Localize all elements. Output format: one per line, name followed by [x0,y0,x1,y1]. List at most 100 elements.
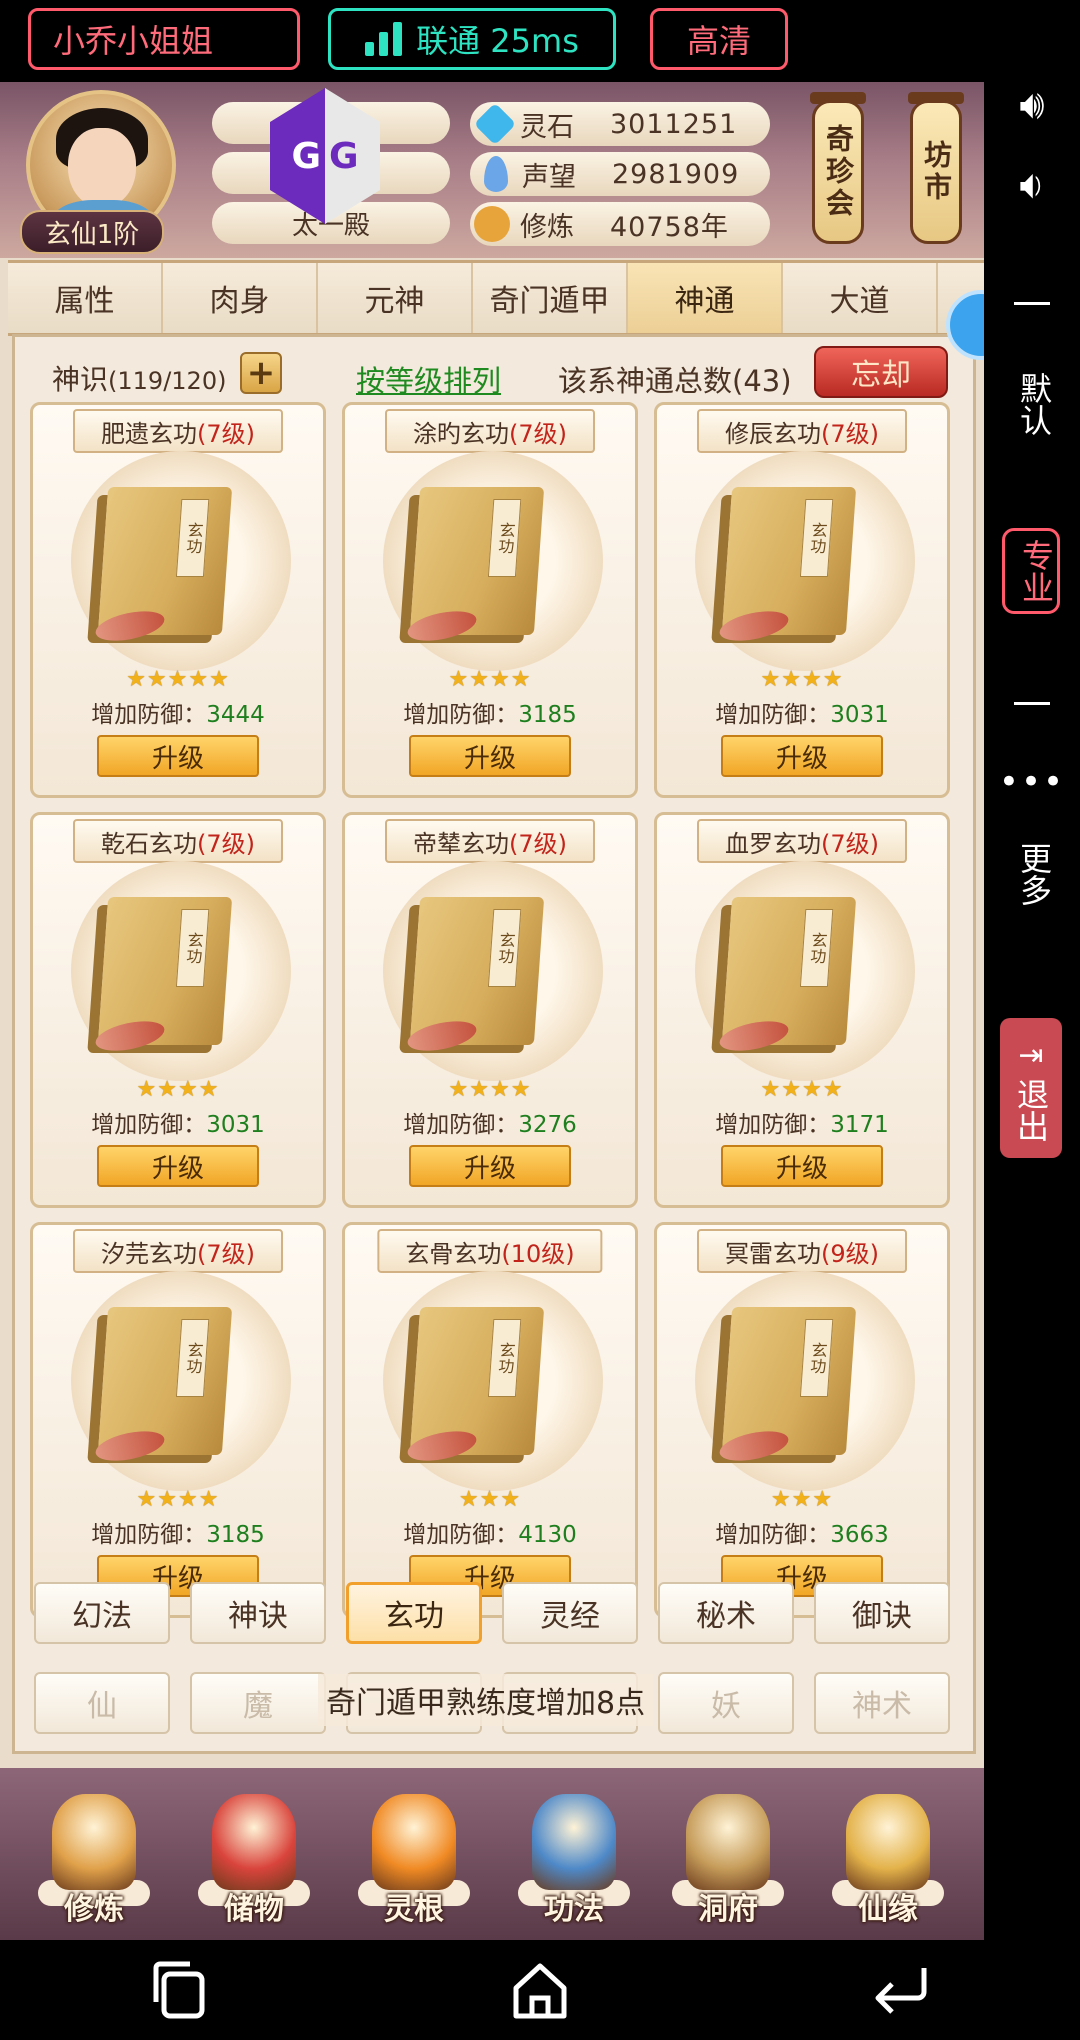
resource-prestige: 声望 2981909 [470,152,770,196]
storage-bag-icon [212,1794,296,1890]
skill-card[interactable]: 肥遗玄功 (7级) 玄功 ★★★★★ 增加防御：3444 升级 [30,402,326,798]
player-header: 玄仙1阶 帝 帝 太一殿 GG 灵石 3011251 声望 2981909 修炼… [0,82,984,258]
volume-up-icon[interactable]: 🔊︎ [984,82,1080,128]
network-status[interactable]: 联通 25ms [328,8,616,70]
category-button[interactable]: 魔 [190,1672,326,1734]
dock-item[interactable]: 功法 [514,1784,634,1934]
skill-card[interactable]: 乾石玄功 (7级) 玄功 ★★★★ 增加防御：3031 升级 [30,812,326,1208]
star-rating: ★★★★ [448,667,532,692]
upgrade-button[interactable]: 升级 [409,1145,571,1187]
star-rating: ★★★ [770,1487,834,1512]
star-rating: ★★★★ [136,1487,220,1512]
pro-mode-button[interactable]: 专业 [1002,528,1060,614]
dock-item[interactable]: 储物 [194,1784,314,1934]
cave-house-icon [686,1794,770,1890]
recent-apps-icon [153,1961,205,2019]
skill-card[interactable]: 血罗玄功 (7级) 玄功 ★★★★ 增加防御：3171 升级 [654,812,950,1208]
upgrade-button[interactable]: 升级 [97,1145,259,1187]
spirit-root-icon [372,1794,456,1890]
skill-book-icon: 玄功 [97,487,233,635]
category-button[interactable]: 神诀 [190,1582,326,1644]
skill-title: 冥雷玄功 (9级) [697,1229,907,1273]
category-button[interactable]: 御诀 [814,1582,950,1644]
tab-body[interactable]: 肉身 [163,263,318,333]
dock-item[interactable]: 仙缘 [828,1784,948,1934]
rank-tag: 玄仙1阶 [20,210,164,254]
home-button[interactable] [495,1945,585,2035]
skill-card[interactable]: 玄骨玄功 (10级) 玄功 ★★★ 增加防御：4130 升级 [342,1222,638,1618]
star-rating: ★★★★ [760,667,844,692]
skill-card[interactable]: 帝辇玄功 (7级) 玄功 ★★★★ 增加防御：3276 升级 [342,812,638,1208]
bottom-dock: 修炼 储物 灵根 功法 洞府 仙缘 [0,1768,984,1940]
toast-message: 奇门遁甲熟练度增加8点 [318,1674,654,1726]
exit-icon: ⇥ [1018,1038,1044,1073]
skill-title: 修辰玄功 (7级) [697,409,907,453]
upgrade-button[interactable]: 升级 [409,735,571,777]
android-nav-bar [0,1940,1080,2040]
treasure-fair-lantern[interactable]: 奇珍会 [812,100,864,244]
skill-grid: 肥遗玄功 (7级) 玄功 ★★★★★ 增加防御：3444 升级 涂旳玄功 (7级) 玄功 ★★★★… [30,402,966,1642]
tab-qimen[interactable]: 奇门遁甲 [473,263,628,333]
skill-title: 汐芫玄功 (7级) [73,1229,283,1273]
defense-stat: 增加防御：3444 [91,702,265,728]
upgrade-button[interactable]: 升级 [97,735,259,777]
upgrade-button[interactable]: 升级 [721,735,883,777]
skill-card[interactable]: 修辰玄功 (7级) 玄功 ★★★★ 增加防御：3031 升级 [654,402,950,798]
category-button[interactable]: 玄功 [346,1582,482,1644]
skill-card[interactable]: 汐芫玄功 (7级) 玄功 ★★★★ 增加防御：3185 升级 [30,1222,326,1618]
market-lantern[interactable]: 坊市 [910,100,962,244]
skill-book-icon: 玄功 [721,1307,857,1455]
quality-button[interactable]: 高清 [650,8,788,70]
default-mode-button[interactable]: 默认 [1012,372,1056,436]
volume-down-icon[interactable]: 🔉︎ [984,162,1080,208]
skill-title: 涂旳玄功 (7级) [385,409,595,453]
skills-toolbar: 神识(119/120) + 按等级排列 该系神通总数(43) 忘却 [40,346,960,406]
tab-dao[interactable]: 大道 [783,263,938,333]
exit-button[interactable]: ⇥ 退出 [1000,1018,1062,1158]
category-row-primary: 幻法 神诀 玄功 灵经 秘术 御诀 [34,1582,964,1646]
category-button[interactable]: 灵经 [502,1582,638,1644]
resource-spirit-stone: 灵石 3011251 [470,102,770,146]
recent-apps-button[interactable] [135,1945,225,2035]
back-arrow-icon [875,1968,927,2014]
star-rating: ★★★★ [760,1077,844,1102]
tab-spirit[interactable]: 元神 [318,263,473,333]
dock-item[interactable]: 修炼 [34,1784,154,1934]
add-sense-button[interactable]: + [240,352,282,394]
category-button[interactable]: 妖 [658,1672,794,1734]
category-button[interactable]: 秘术 [658,1582,794,1644]
upgrade-button[interactable]: 升级 [721,1145,883,1187]
sort-by-level-link[interactable]: 按等级排列 [356,358,501,400]
skill-card[interactable]: 涂旳玄功 (7级) 玄功 ★★★★ 增加防御：3185 升级 [342,402,638,798]
username-badge[interactable]: 小乔小姐姐 [28,8,300,70]
skill-book-icon: 玄功 [721,487,857,635]
defense-stat: 增加防御：3276 [403,1112,577,1138]
skill-title: 肥遗玄功 (7级) [73,409,283,453]
network-label: 联通 25ms [416,22,579,60]
stream-side-panel: 🔊︎ 🔉︎ 默认 专业 ••• 更多 ⇥ 退出 [984,82,1080,1940]
skill-book-icon: 玄功 [409,487,545,635]
more-dots-icon[interactable]: ••• [984,762,1080,802]
divider [1014,302,1050,305]
cultivate-monk-icon [52,1794,136,1890]
forget-button[interactable]: 忘却 [814,346,948,398]
category-button[interactable]: 神术 [814,1672,950,1734]
defense-stat: 增加防御：3031 [715,702,889,728]
more-button[interactable]: 更多 [1012,842,1056,906]
tab-attributes[interactable]: 属性 [8,263,163,333]
back-button[interactable] [855,1945,945,2035]
meditation-icon [474,206,510,242]
defense-stat: 增加防御：4130 [403,1522,577,1548]
tab-divine-powers[interactable]: 神通 [628,263,783,333]
skill-card[interactable]: 冥雷玄功 (9级) 玄功 ★★★ 增加防御：3663 升级 [654,1222,950,1618]
skill-title: 玄骨玄功 (10级) [377,1229,603,1273]
divine-sense-counter: 神识(119/120) [52,363,227,396]
dock-item[interactable]: 洞府 [668,1784,788,1934]
category-button[interactable]: 幻法 [34,1582,170,1644]
dock-item[interactable]: 灵根 [354,1784,474,1934]
defense-stat: 增加防御：3185 [403,702,577,728]
star-rating: ★★★★ [448,1077,532,1102]
star-rating: ★★★ [458,1487,522,1512]
category-button[interactable]: 仙 [34,1672,170,1734]
defense-stat: 增加防御：3663 [715,1522,889,1548]
